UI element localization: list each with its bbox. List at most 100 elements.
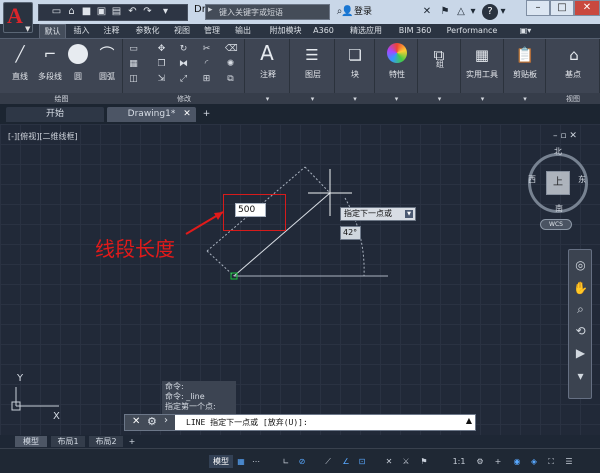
maximize-button[interactable]: □ [550,0,574,16]
command-history-dropdown-icon[interactable]: ▲ [466,416,472,425]
trim-icon[interactable]: ✂ [201,44,212,55]
stretch-icon[interactable]: ⇲ [156,74,167,85]
close-button[interactable]: ✕ [574,0,600,16]
workspace-gear-icon[interactable]: ⚙ [474,455,486,468]
layout2-tab[interactable]: 布局2 [89,436,123,447]
viewcube-top-face[interactable]: 上 [546,171,570,195]
tab-output[interactable]: 输出 [230,24,256,38]
tab-featured-apps[interactable]: 精选应用 [344,24,388,38]
annotation-label[interactable]: 注释 [248,69,288,80]
prompt-dropdown-icon[interactable]: ▼ [405,210,413,218]
fillet-icon[interactable]: ◜ [201,59,212,70]
a360-dropdown-icon[interactable]: ▾ [468,4,478,20]
tab-view[interactable]: 视图 [169,24,195,38]
search-input[interactable]: ▸ 键入关键字或短语 [205,4,330,20]
steering-wheel-icon[interactable]: ◎ [573,258,588,273]
text-icon[interactable]: A [257,43,277,63]
wcs-menu[interactable]: WCS [540,219,572,230]
showmotion-icon[interactable]: ▶ [573,346,588,361]
utilities-label[interactable]: 实用工具 [462,69,502,80]
ortho-toggle-icon[interactable]: ∟ [280,455,292,468]
annotation-scale-icon[interactable]: ⚑ [418,455,430,468]
qat-dropdown-icon[interactable]: ▾ [160,6,171,18]
polar-tracking-icon[interactable]: ⊘ [296,455,308,468]
scale-icon[interactable]: ⤢ [178,74,189,85]
tab-performance[interactable]: Performance [444,24,500,38]
start-tab[interactable]: 开始 [6,107,104,122]
object-snap-icon[interactable]: ⊡ [356,455,368,468]
minimize-button[interactable]: – [526,0,550,16]
layers-icon[interactable]: ☰ [302,45,322,65]
basepoint-icon[interactable]: ⌂ [564,45,584,65]
annotation-visibility-icon[interactable]: ✕ [383,455,395,468]
orbit-icon[interactable]: ⟲ [573,324,588,339]
command-line[interactable]: ✕ ⚙ › LINE 指定下一点或 [放弃(U)]: ▲ [124,414,476,431]
gradient-icon[interactable]: ◫ [128,74,139,85]
tab-parametric[interactable]: 参数化 [130,24,165,38]
drawing-geometry[interactable] [0,124,600,435]
customize-icon[interactable]: ⚙ [147,415,157,428]
isolate-objects-icon[interactable]: ◉ [511,455,523,468]
calculator-icon[interactable]: ▦ [472,45,492,65]
customization-icon[interactable]: ☰ [563,455,575,468]
tab-a360[interactable]: A360 [310,24,337,38]
tab-insert[interactable]: 插入 [68,24,95,38]
dynamic-length-input[interactable]: 500 [235,203,266,217]
plus-icon[interactable]: + [492,455,504,468]
snap-toggle-icon[interactable]: ⋯ [250,455,262,468]
hatch-icon[interactable]: ▦ [128,59,139,70]
recent-commands-icon[interactable]: › [164,415,168,426]
undo-icon[interactable]: ↶ [127,6,138,18]
pan-icon[interactable]: ✋ [573,281,588,296]
exchange-icon[interactable]: ⚑ [438,4,452,20]
rectangle-icon[interactable]: ▭ [128,44,139,55]
close-command-icon[interactable]: ✕ [132,416,140,427]
application-menu-button[interactable]: A ▼ [3,2,33,33]
color-wheel-icon[interactable]: ● [387,43,407,63]
rotate-icon[interactable]: ↻ [178,44,189,55]
drawing-tab-close-icon[interactable]: ✕ [181,107,193,122]
line-tool-icon[interactable]: ╱ [10,44,30,64]
mirror-icon[interactable]: ⧓ [178,59,189,70]
open-icon[interactable]: ⌂ [66,6,77,18]
navigation-menu-icon[interactable]: ▾ [573,369,588,384]
move-icon[interactable]: ✥ [156,44,167,55]
hardware-acceleration-icon[interactable]: ◈ [528,455,540,468]
polyline-tool-icon[interactable]: ⌐ [40,44,60,64]
group-label[interactable]: 组 [420,59,460,70]
close-x-icon[interactable]: ✕ [420,4,434,20]
login-button[interactable]: 登录 [354,4,402,20]
tab-default[interactable]: 默认 [39,24,66,38]
compass-north[interactable]: 北 [554,146,562,157]
compass-south[interactable]: 南 [555,203,563,214]
array-icon[interactable]: ⊞ [201,74,212,85]
isodraft-icon[interactable]: ⟋ [322,455,334,468]
help-dropdown-icon[interactable]: ▾ [498,4,508,20]
annotation-scale-value[interactable]: 1:1 [448,455,470,468]
arc-tool-label[interactable]: 圆弧 [87,71,127,82]
object-snap-tracking-icon[interactable]: ∠ [340,455,352,468]
ribbon-toggle-icon[interactable]: ▣▾ [513,24,538,38]
model-tab[interactable]: 模型 [15,436,47,447]
model-space-button[interactable]: 模型 [209,455,233,468]
save-icon[interactable]: ■ [81,6,92,18]
a360-icon[interactable]: △ [454,4,468,20]
copy-icon[interactable]: ❐ [156,59,167,70]
arc-tool-icon[interactable]: ⌒ [97,44,117,64]
help-button[interactable]: ? [482,4,498,20]
new-icon[interactable]: ▭ [51,6,62,18]
basepoint-label[interactable]: 基点 [553,69,593,80]
clipboard-icon[interactable]: 📋 [515,45,535,65]
auto-scale-icon[interactable]: ⚔ [400,455,412,468]
layout1-tab[interactable]: 布局1 [51,436,85,447]
layers-label[interactable]: 图层 [293,69,333,80]
block-icon[interactable]: ❏ [345,45,365,65]
offset-icon[interactable]: ⧉ [225,74,236,85]
dynamic-prompt-tooltip[interactable]: 指定下一点或 ▼ [340,207,416,221]
compass-west[interactable]: 西 [528,174,536,185]
redo-icon[interactable]: ↷ [142,6,153,18]
print-icon[interactable]: ▤ [111,6,122,18]
zoom-icon[interactable]: ⌕ [573,302,588,317]
tab-annotate[interactable]: 注释 [98,24,125,38]
explode-icon[interactable]: ✺ [225,59,236,70]
